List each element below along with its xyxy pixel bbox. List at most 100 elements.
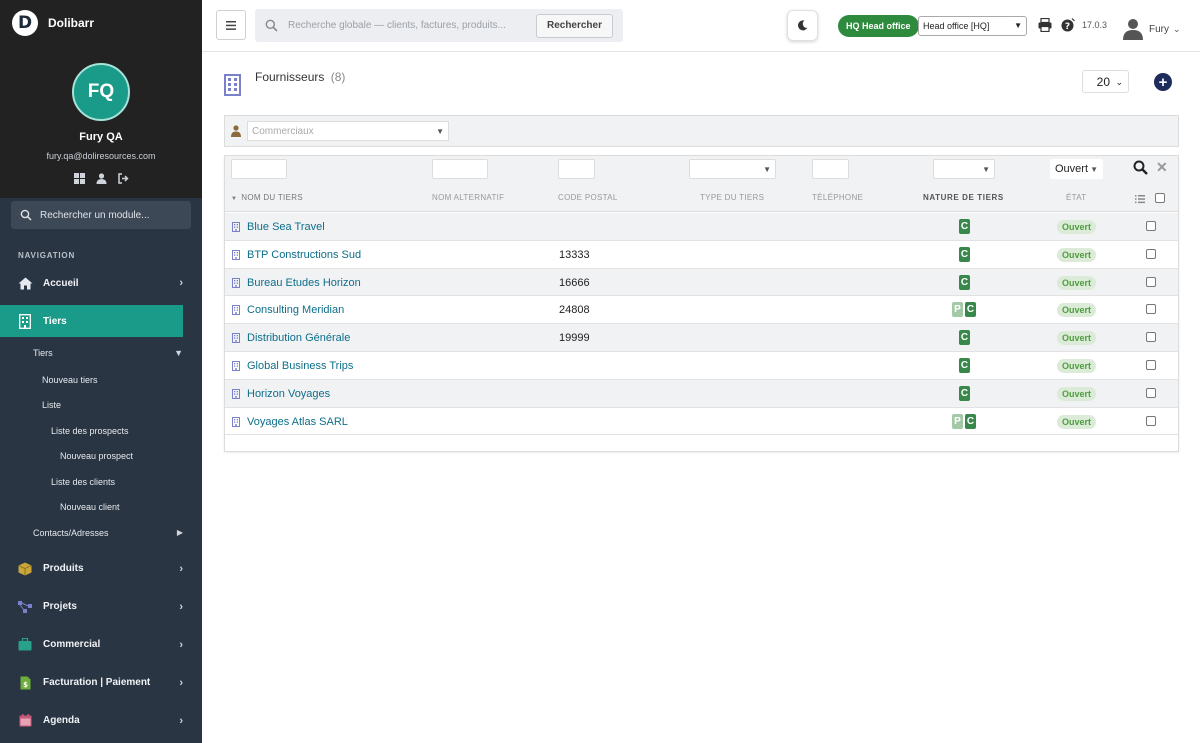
search-icon[interactable] <box>1133 160 1148 175</box>
sidebar-sub-liste-clients[interactable]: Liste des clients <box>0 469 183 495</box>
sidebar-sub-tiers[interactable]: Tiers ▼ <box>0 339 183 367</box>
menu-toggle-button[interactable] <box>216 10 246 40</box>
sort-caret-icon: ▼ <box>231 196 238 202</box>
client-badge: C <box>959 330 970 346</box>
avatar[interactable]: FQ <box>72 63 130 121</box>
sidebar-item-commercial[interactable]: Commercial › <box>0 629 183 661</box>
row-name-link[interactable]: Blue Sea Travel <box>247 221 325 233</box>
row-name-link[interactable]: Bureau Etudes Horizon <box>247 277 361 289</box>
row-checkbox[interactable] <box>1146 415 1156 426</box>
entity-select[interactable]: Head office [HQ] ▼ <box>918 16 1027 36</box>
sidebar-item-tiers[interactable]: Tiers <box>0 305 183 337</box>
filter-name-input[interactable] <box>231 159 287 179</box>
hamburger-icon <box>226 20 236 30</box>
filter-state-select[interactable]: Ouvert ▼ <box>1050 159 1103 179</box>
table-row: Blue Sea Travel C Ouvert <box>225 213 1178 241</box>
sidebar-sub-label: Liste <box>42 400 62 411</box>
global-search-button[interactable]: Rechercher <box>535 13 613 38</box>
sidebar-sub-liste-prospects[interactable]: Liste des prospects <box>0 418 183 444</box>
sidebar-item-projets[interactable]: Projets › <box>0 591 183 623</box>
building-icon <box>232 388 240 399</box>
select-all-checkbox[interactable] <box>1155 193 1165 203</box>
row-checkbox[interactable] <box>1146 332 1156 343</box>
page-limit-select[interactable]: 20 ⌄ <box>1082 70 1129 93</box>
header-alt-name[interactable]: NOM ALTERNATIF <box>432 193 504 202</box>
building-icon <box>232 333 240 344</box>
filter-nature-select[interactable]: ▼ <box>933 159 995 179</box>
module-search-placeholder: Rechercher un module... <box>40 209 150 221</box>
row-name-link[interactable]: Global Business Trips <box>247 360 353 372</box>
filter-phone-input[interactable] <box>812 159 849 179</box>
chevron-right-icon: › <box>179 676 183 689</box>
row-name-link[interactable]: Consulting Meridian <box>247 304 344 316</box>
row-checkbox[interactable] <box>1146 276 1156 287</box>
page-title-text: Fournisseurs <box>255 70 325 84</box>
sidebar-item-accueil[interactable]: Accueil › <box>0 267 183 299</box>
row-name-link[interactable]: BTP Constructions Sud <box>247 249 361 261</box>
print-icon[interactable] <box>1038 18 1052 32</box>
logout-icon[interactable] <box>117 173 129 187</box>
header-nature[interactable]: NATURE DE TIERS <box>923 193 1004 202</box>
row-name-link[interactable]: Voyages Atlas SARL <box>247 416 348 428</box>
filter-alt-name-input[interactable] <box>432 159 488 179</box>
header-phone[interactable]: TÉLÉPHONE <box>812 193 863 202</box>
row-name-link[interactable]: Horizon Voyages <box>247 388 330 400</box>
global-search-input[interactable]: Recherche globale — clients, factures, p… <box>288 20 536 31</box>
user-menu[interactable]: Fury ⌄ <box>1123 18 1181 40</box>
dolibarr-logo-icon: D <box>12 10 38 36</box>
add-new-button[interactable]: + <box>1154 73 1172 91</box>
version-label: 17.0.3 <box>1082 20 1108 30</box>
sidebar-item-label: Agenda <box>43 715 80 726</box>
row-checkbox[interactable] <box>1146 221 1156 231</box>
help-icon[interactable]: ? <box>1061 18 1075 32</box>
clear-filters-icon[interactable]: ✕ <box>1156 159 1168 176</box>
sidebar-sub-contacts[interactable]: Contacts/Adresses ▶ <box>0 520 183 546</box>
header-name-label: NOM DU TIERS <box>241 193 303 202</box>
row-checkbox[interactable] <box>1146 304 1156 315</box>
sidebar-sub-liste[interactable]: Liste <box>0 393 183 419</box>
entity-badge[interactable]: HQ Head office <box>838 15 919 37</box>
sidebar-sub-nouveau-prospect[interactable]: Nouveau prospect <box>0 444 183 470</box>
module-search-input[interactable]: Rechercher un module... <box>11 201 191 229</box>
brand[interactable]: D Dolibarr <box>0 0 202 46</box>
header-name[interactable]: ▼ NOM DU TIERS <box>231 193 303 202</box>
row-checkbox[interactable] <box>1146 360 1156 370</box>
status-badge: Ouvert <box>1057 247 1097 262</box>
row-checkbox[interactable] <box>1146 387 1156 398</box>
sidebar-item-agenda[interactable]: Agenda › <box>0 705 183 737</box>
user-profile-icon[interactable] <box>95 173 107 187</box>
user-avatar-icon <box>1123 19 1143 40</box>
row-postal-code: 24808 <box>559 304 590 317</box>
sidebar-item-facturation[interactable]: $ Facturation | Paiement › <box>0 667 183 699</box>
main-content: Fournisseurs (8) 20 ⌄ + Commerciaux ▼ ▼ … <box>202 52 1200 743</box>
chevron-right-icon: › <box>179 277 183 289</box>
sidebar-item-label: Commercial <box>43 639 101 650</box>
caret-down-icon: ▼ <box>763 165 771 174</box>
client-badge: C <box>959 274 970 290</box>
user-card: FQ Fury QA fury.qa@doliresources.com <box>0 46 202 198</box>
row-checkbox[interactable] <box>1146 248 1156 259</box>
client-badge: C <box>959 246 970 262</box>
sidebar-sub-nouveau-client[interactable]: Nouveau client <box>0 495 183 521</box>
row-name-link[interactable]: Distribution Générale <box>247 332 350 344</box>
building-icon <box>232 222 240 232</box>
page-limit-value: 20 <box>1096 74 1110 89</box>
status-badge: Ouvert <box>1057 386 1097 401</box>
dashboard-icon[interactable] <box>73 173 85 187</box>
header-postal[interactable]: CODE POSTAL <box>558 193 618 202</box>
chevron-down-icon: ⌄ <box>1173 23 1181 34</box>
filter-type-select[interactable]: ▼ <box>689 159 776 179</box>
sidebar-sub-nouveau-tiers[interactable]: Nouveau tiers <box>0 367 183 393</box>
topbar: Recherche globale — clients, factures, p… <box>202 0 1200 52</box>
dark-mode-button[interactable] <box>787 10 818 41</box>
commercial-select[interactable]: Commerciaux ▼ <box>247 121 449 141</box>
sidebar-sub-label: Contacts/Adresses <box>33 527 109 538</box>
sidebar-item-produits[interactable]: Produits › <box>0 553 183 585</box>
header-type[interactable]: TYPE DU TIERS <box>700 193 764 202</box>
list-options-icon[interactable] <box>1135 194 1145 204</box>
table-row: Horizon Voyages C Ouvert <box>225 379 1178 408</box>
sidebar-item-label: Tiers <box>43 315 67 327</box>
header-state[interactable]: ÉTAT <box>1066 193 1086 202</box>
filter-postal-input[interactable] <box>558 159 595 179</box>
sidebar: D Dolibarr FQ Fury QA fury.qa@doliresour… <box>0 0 202 743</box>
